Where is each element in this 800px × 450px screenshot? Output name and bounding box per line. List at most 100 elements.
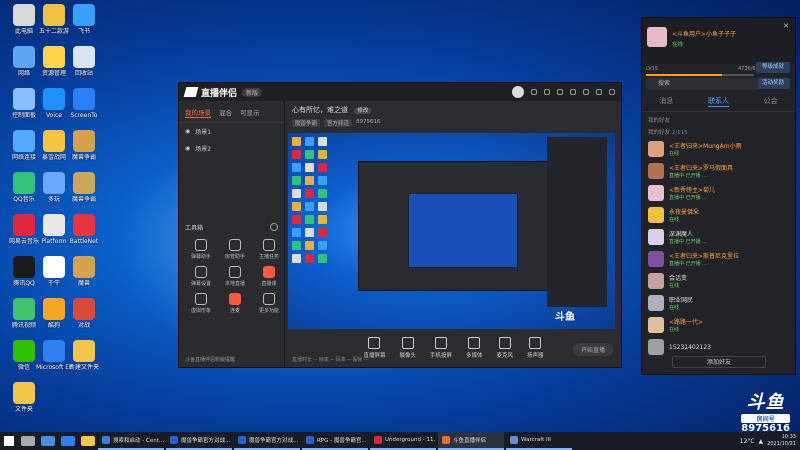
friend-item[interactable]: 永夜曼佛朵 在线 (642, 204, 795, 226)
tab-mix[interactable]: 混合 (219, 107, 232, 118)
search-icon[interactable] (21, 436, 35, 446)
start-live-button[interactable]: 开始直播 (572, 343, 613, 356)
taskbar-item[interactable]: RPG - 魔兽争霸官... (302, 432, 368, 450)
friend-item[interactable]: <王者归来>罗马假面具 直播中 已开播 ... (642, 160, 795, 182)
category-pill[interactable]: 魔兽争霸 (292, 119, 321, 127)
eye-icon[interactable]: ◉ (185, 128, 190, 135)
file-explorer-icon[interactable] (81, 436, 95, 446)
stream-preview[interactable]: 斗鱼 (288, 133, 615, 329)
tool-button[interactable]: 直播课 (253, 266, 285, 287)
add-friend-button[interactable]: 添加好友 (672, 356, 766, 368)
preview-icon (292, 254, 301, 263)
edit-title-button[interactable]: 修改 (354, 108, 372, 114)
close-icon[interactable]: ✕ (783, 22, 789, 30)
network-icon[interactable]: ▲ (759, 438, 764, 445)
profile-status[interactable]: 在线 (672, 40, 683, 48)
friend-item[interactable]: <路路一代> 在线 (642, 314, 795, 336)
friend-name: 深渊魔人 (669, 231, 694, 238)
friend-search-input[interactable]: 搜索 (646, 78, 758, 90)
taskbar-item[interactable]: Underground - 11... (370, 432, 436, 450)
desktop-icon[interactable]: ScreenTo (66, 88, 102, 119)
tool-button[interactable]: 主播任务 (253, 239, 285, 260)
maximize-icon[interactable] (596, 89, 602, 95)
tool-button[interactable]: 弹幕助手 (185, 239, 217, 260)
friend-item[interactable]: <王者归来>MungAm小雨 在线 (642, 138, 795, 160)
scene-item[interactable]: ◉ 场景1 (179, 123, 284, 140)
close-icon[interactable] (609, 89, 615, 95)
friend-avatar (648, 251, 664, 267)
tab-guild[interactable]: 公会 (764, 96, 778, 107)
filter-icon[interactable] (557, 89, 563, 95)
toolbox-title: 工具箱 (185, 225, 204, 232)
tool-icon (195, 266, 207, 278)
message-icon[interactable] (531, 89, 537, 95)
app-titlebar: 直播伴侣 新版 (179, 83, 621, 101)
settings-icon[interactable] (570, 89, 576, 95)
tab-messages[interactable]: 消息 (659, 96, 673, 107)
douyu-logo: 斗鱼 (746, 392, 785, 413)
desktop-icon[interactable]: 魔兽 (66, 256, 102, 287)
tool-button[interactable]: 本地直播 (219, 266, 251, 287)
tool-button[interactable]: 虚拟形象 (185, 293, 217, 314)
tab-visible[interactable]: 可显示 (240, 107, 260, 118)
tool-button[interactable]: 更多功能 (253, 293, 285, 314)
taskbar-item[interactable]: 魔兽争霸官方对战... (166, 432, 232, 450)
level-progress-text: 4736/6 (738, 66, 756, 72)
friend-name: <新秀榜主>菊儿 (669, 187, 716, 194)
desktop-icon[interactable]: 飞书 (66, 4, 102, 35)
friend-item[interactable]: 会话变 在线 (642, 270, 795, 292)
friend-item[interactable]: 15231402123 (642, 336, 795, 358)
level-achievements-button[interactable]: 等级成就 (756, 62, 790, 73)
shirt-icon[interactable] (544, 89, 550, 95)
taskbar-item[interactable]: Warcraft III (506, 432, 572, 450)
profile-avatar[interactable] (647, 27, 667, 47)
taskbar-item[interactable]: 魔兽争霸官方对战... (234, 432, 300, 450)
source-control-icon (434, 337, 447, 349)
desktop-icon[interactable]: 回收站 (66, 46, 102, 77)
friend-item[interactable]: 深渊魔人 直播中 已开播 ... (642, 226, 795, 248)
desktop-icon[interactable]: BattleNet (66, 214, 102, 245)
channel-pill[interactable]: 官方频道 (324, 119, 353, 127)
tool-label: 本地直播 (224, 281, 245, 287)
tab-my-scenes[interactable]: 我的场景 (185, 107, 211, 118)
tool-button[interactable]: 房管助手 (219, 239, 251, 260)
desktop-icon[interactable]: 文件夹 (6, 382, 42, 413)
friend-avatar (648, 185, 664, 201)
group-header[interactable]: 我的好友 (642, 114, 795, 126)
friend-item[interactable]: 职业网民 在线 (642, 292, 795, 314)
bottom-notice[interactable]: 斗鱼直播伴侣新版提醒 (185, 356, 235, 363)
preview-nested-window-inner (408, 193, 518, 268)
taskbar-app-icon (102, 436, 110, 444)
source-control-icon (498, 337, 511, 349)
desktop-icon[interactable]: 新建文件夹 (66, 340, 102, 371)
minimize-icon[interactable] (583, 89, 589, 95)
weather-text[interactable]: 12°C (740, 438, 755, 445)
activity-rewards-button[interactable]: 活动奖励 (756, 78, 790, 89)
desktop-icon[interactable]: 魔兽争霸 (66, 130, 102, 161)
toolbox-settings-icon[interactable] (270, 223, 278, 231)
taskbar-item[interactable]: 搜索和启动 - Cent... (98, 432, 164, 450)
user-avatar[interactable] (512, 86, 524, 98)
tab-contacts[interactable]: 联系人 (707, 96, 729, 107)
group-header[interactable]: 我的好友 2/115 (642, 126, 795, 138)
taskbar-item[interactable]: 斗鱼直播伴侣 (438, 432, 504, 450)
eye-icon[interactable]: ◉ (185, 145, 190, 152)
desktop-icon[interactable]: 对战 (66, 298, 102, 329)
room-title-text[interactable]: 心有所忆，难之道 (292, 106, 348, 114)
taskbar-item-label: 斗鱼直播伴侣 (453, 438, 487, 444)
friend-item[interactable]: <王者归来>斯普尼克里拉 直播中 已开播 ... (642, 248, 795, 270)
tool-button[interactable]: 弹幕设置 (185, 266, 217, 287)
desktop-icon[interactable]: 魔兽争霸 (66, 172, 102, 203)
version-badge[interactable]: 新版 (242, 87, 263, 97)
start-button[interactable] (0, 432, 18, 450)
tool-icon (229, 266, 241, 278)
edge-icon[interactable] (61, 436, 75, 446)
app-icon (13, 256, 35, 278)
friend-name: 永夜曼佛朵 (669, 209, 700, 216)
clock[interactable]: 10:33 2021/10/21 (767, 434, 796, 448)
task-view-icon[interactable] (41, 436, 55, 446)
tool-button[interactable]: 连麦 (219, 293, 251, 314)
scene-item[interactable]: ◉ 场景2 (179, 140, 284, 157)
system-tray: 12°C ▲ 10:33 2021/10/21 (740, 434, 800, 448)
friend-item[interactable]: <新秀榜主>菊儿 直播中 已开播 ... (642, 182, 795, 204)
